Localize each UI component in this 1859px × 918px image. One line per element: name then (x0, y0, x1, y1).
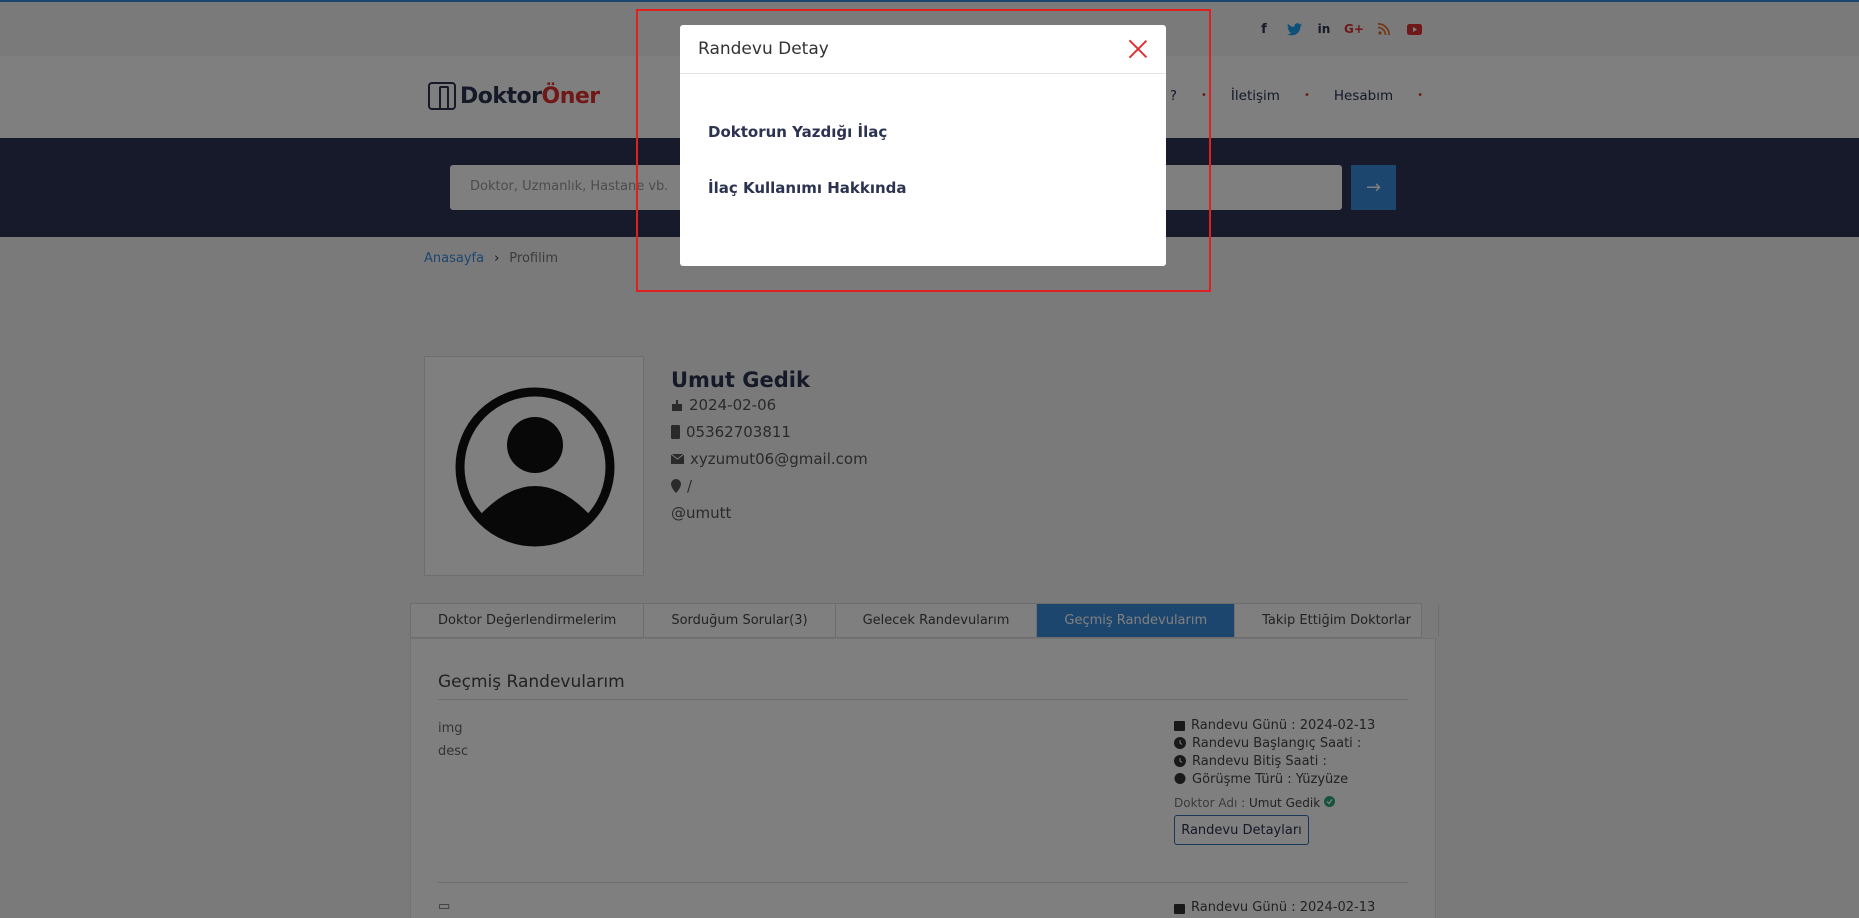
highlight-box (636, 9, 1211, 292)
